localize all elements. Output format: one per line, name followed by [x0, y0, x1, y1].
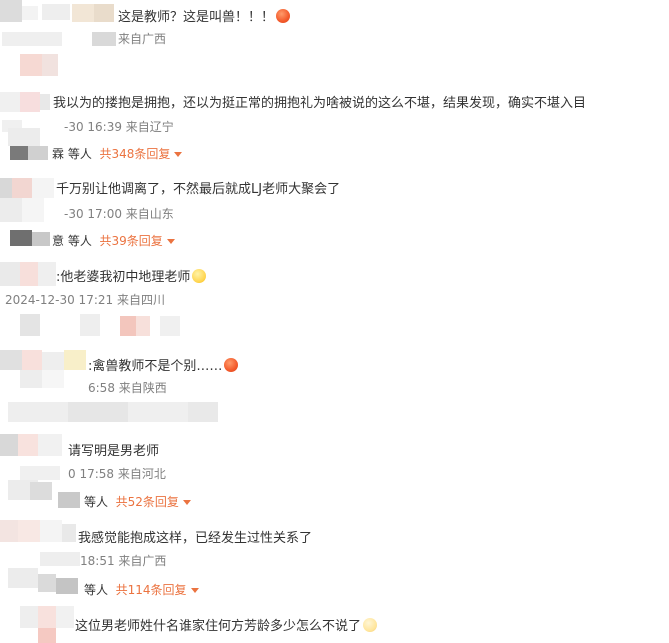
- reply-summary[interactable]: 霖 等人 共348条回复: [52, 146, 183, 162]
- blurred-avatar: [0, 178, 12, 198]
- blurred-avatar: [160, 316, 180, 336]
- blurred-avatar: [12, 178, 32, 198]
- comment-meta: 2024-12-30 17:21 来自四川: [5, 293, 165, 307]
- blurred-avatar: [0, 0, 22, 22]
- comment-list: 这是教师？这是叫兽！！！ 来自广西 我以为的搂抱是拥抱，还以为挺正常的拥抱礼为啥…: [0, 0, 669, 643]
- blurred-username: [20, 370, 42, 388]
- comment-text: :禽兽教师不是个别……: [88, 358, 239, 375]
- blurred-avatar: [10, 230, 32, 246]
- blurred-username: [38, 434, 62, 456]
- comment-text: 这位男老师姓什名谁家住何方芳龄多少怎么不说了: [75, 618, 378, 635]
- chevron-down-icon[interactable]: [190, 588, 199, 593]
- blurred-avatar: [38, 628, 56, 643]
- blurred-avatar: [32, 232, 50, 246]
- blurred-username: [22, 198, 44, 222]
- blurred-avatar: [28, 146, 48, 160]
- blurred-username: [42, 4, 70, 20]
- comment-meta: 6:58 来自陕西: [88, 381, 167, 395]
- comment-text: 千万别让他调离了，不然最后就成LJ老师大聚会了: [56, 182, 341, 197]
- blurred-username: [72, 4, 94, 22]
- blurred-avatar: [8, 128, 40, 146]
- blurred-username: [40, 94, 50, 110]
- blurred-username: [94, 4, 114, 22]
- blurred-avatar: [38, 574, 56, 592]
- blurred-avatar: [20, 262, 38, 286]
- blurred-avatar: [18, 520, 40, 542]
- blurred-meta: [2, 32, 62, 46]
- blurred-image: [188, 402, 218, 422]
- blurred-avatar: [0, 262, 20, 286]
- blurred-image: [20, 54, 42, 76]
- comment-meta: 0 17:58 来自河北: [68, 467, 166, 481]
- blurred-avatar: [18, 434, 38, 456]
- blurred-image: [68, 402, 128, 422]
- blurred-username: [42, 352, 64, 370]
- comment-meta: 来自广西: [118, 32, 167, 46]
- blurred-avatar: [80, 314, 100, 336]
- reply-summary[interactable]: 等人 共114条回复: [84, 582, 199, 598]
- view-replies-link[interactable]: 共39条回复: [99, 234, 162, 248]
- comment-text: 请写明是男老师: [68, 444, 160, 459]
- blurred-image: [128, 402, 188, 422]
- chevron-down-icon[interactable]: [182, 500, 191, 505]
- blurred-username: [42, 370, 64, 388]
- blurred-avatar: [56, 578, 78, 594]
- blurred-avatar: [20, 314, 40, 336]
- blurred-username: [32, 178, 54, 198]
- comment-meta: 18:51 来自广西: [80, 554, 167, 568]
- blurred-avatar: [0, 520, 18, 542]
- blurred-username: [56, 606, 74, 628]
- comment-text: 这是教师？这是叫兽！！！: [118, 9, 291, 26]
- blurred-image: [8, 402, 68, 422]
- reply-summary[interactable]: 等人 共52条回复: [84, 494, 191, 510]
- blurred-avatar: [20, 92, 40, 112]
- blurred-avatar: [22, 350, 42, 370]
- comment-text: :他老婆我初中地理老师: [56, 269, 207, 286]
- angry-face-icon: [276, 9, 291, 23]
- blurred-username: [38, 262, 56, 286]
- reply-summary[interactable]: 意 等人 共39条回复: [52, 233, 175, 249]
- blurred-avatar: [0, 434, 18, 456]
- blurred-avatar: [0, 350, 22, 370]
- view-replies-link[interactable]: 共114条回复: [116, 583, 187, 597]
- blurred-image: [42, 54, 58, 76]
- angry-face-icon: [224, 358, 239, 372]
- cat-face-icon: [363, 618, 378, 632]
- blurred-meta: [92, 32, 116, 46]
- blurred-avatar: [22, 6, 38, 20]
- chevron-down-icon[interactable]: [166, 239, 175, 244]
- laughing-crying-icon: [192, 269, 207, 283]
- blurred-username: [64, 350, 86, 370]
- blurred-avatar: [0, 92, 20, 112]
- blurred-meta: [20, 466, 60, 480]
- chevron-down-icon[interactable]: [174, 152, 183, 157]
- blurred-avatar: [30, 482, 52, 500]
- comment-text: 我以为的搂抱是拥抱，还以为挺正常的拥抱礼为啥被说的这么不堪，结果发现，确实不堪入…: [53, 96, 587, 111]
- blurred-avatar: [58, 492, 80, 508]
- blurred-avatar: [10, 146, 28, 160]
- blurred-avatar: [20, 606, 38, 628]
- blurred-avatar: [38, 606, 56, 628]
- comment-meta: -30 17:00 来自山东: [64, 207, 174, 221]
- comment-meta: -30 16:39 来自辽宁: [64, 120, 174, 134]
- blurred-username: [40, 520, 62, 542]
- blurred-avatar: [8, 568, 38, 588]
- blurred-username: [0, 198, 22, 222]
- comment-text: 我感觉能抱成这样，已经发生过性关系了: [78, 531, 313, 546]
- blurred-meta: [40, 552, 80, 566]
- blurred-username: [62, 524, 76, 542]
- view-replies-link[interactable]: 共52条回复: [116, 495, 179, 509]
- blurred-avatar: [136, 316, 150, 336]
- blurred-avatar: [120, 316, 136, 336]
- view-replies-link[interactable]: 共348条回复: [99, 147, 170, 161]
